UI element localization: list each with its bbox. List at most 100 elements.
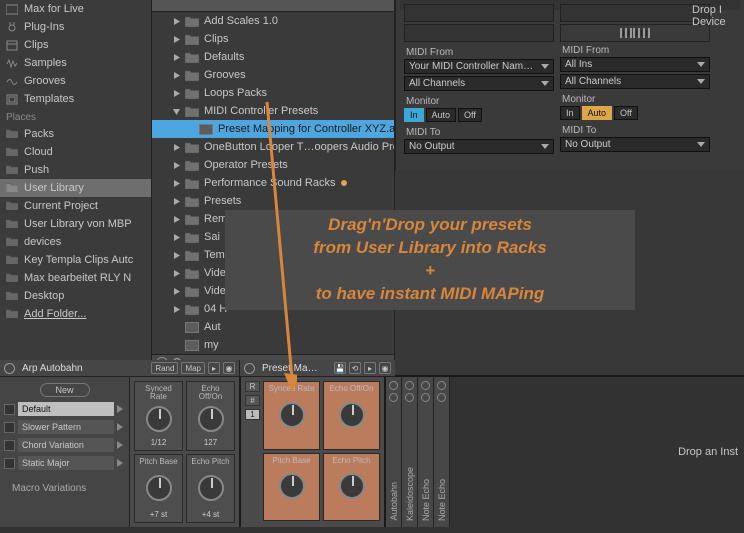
macro-knob[interactable]: Echo Off/On xyxy=(323,381,380,450)
device-strip[interactable]: Autobahn xyxy=(386,377,402,527)
play-icon[interactable] xyxy=(117,459,123,467)
chain-row[interactable]: Slower Pattern xyxy=(4,419,125,435)
device-strip[interactable]: Note Echo xyxy=(418,377,434,527)
monitor-auto[interactable]: Auto xyxy=(426,108,457,122)
device-icon[interactable] xyxy=(437,393,446,402)
place-item[interactable]: Key Templa Clips Autc xyxy=(0,251,151,269)
chain-show-icon[interactable]: ▸ xyxy=(208,362,220,374)
tree-item[interactable]: Add Scales 1.0 xyxy=(152,12,394,30)
place-item[interactable]: Current Project xyxy=(0,197,151,215)
monitor-off[interactable]: Off xyxy=(458,108,482,122)
knob[interactable] xyxy=(198,475,224,501)
chain-select[interactable] xyxy=(4,458,15,469)
disclosure-icon[interactable] xyxy=(172,251,181,260)
disclosure-icon[interactable] xyxy=(172,17,181,26)
chain-row[interactable]: Default xyxy=(4,401,125,417)
place-item[interactable]: Add Folder... xyxy=(0,305,151,323)
tree-item[interactable]: MIDI Controller Presets xyxy=(152,102,394,120)
macro-knob[interactable]: Pitch Base+7 st xyxy=(134,454,183,524)
chain-row[interactable]: Static Major xyxy=(4,455,125,471)
device-power[interactable] xyxy=(4,363,15,374)
tree-item[interactable]: Preset Mapping for Controller XYZ.adv xyxy=(152,120,394,138)
disclosure-icon[interactable] xyxy=(172,143,181,152)
category-clips[interactable]: Clips xyxy=(0,36,151,54)
device-strip[interactable]: Kaleidoscope xyxy=(402,377,418,527)
knob[interactable] xyxy=(146,406,172,432)
drop-instrument-area[interactable]: Drop an Inst xyxy=(450,377,744,527)
tree-item[interactable]: Grooves xyxy=(152,66,394,84)
place-item[interactable]: User Library von MBP xyxy=(0,215,151,233)
tree-item[interactable]: Performance Sound Racks xyxy=(152,174,394,192)
macro-knob[interactable]: Synced Rate xyxy=(263,381,320,450)
rack-hash-button[interactable]: # xyxy=(245,395,260,406)
disclosure-icon[interactable] xyxy=(172,197,181,206)
chain-select[interactable] xyxy=(4,440,15,451)
tree-item[interactable]: Loops Packs xyxy=(152,84,394,102)
midi-from-channel[interactable]: All Channels xyxy=(404,76,554,91)
knob[interactable] xyxy=(198,406,224,432)
disclosure-icon[interactable] xyxy=(172,107,181,116)
chain-show-icon[interactable]: ▸ xyxy=(364,362,376,374)
chain-select[interactable] xyxy=(4,422,15,433)
monitor-in[interactable]: In xyxy=(404,108,424,122)
clip-slot[interactable] xyxy=(560,4,710,22)
device-power[interactable] xyxy=(244,363,255,374)
save-preset-icon[interactable]: 💾 xyxy=(334,362,346,374)
device-icon[interactable] xyxy=(405,393,414,402)
device-power-icon[interactable] xyxy=(421,381,430,390)
clip-slot[interactable] xyxy=(404,24,554,42)
device-power-icon[interactable] xyxy=(437,381,446,390)
midi-from-channel[interactable]: All Channels xyxy=(560,74,710,89)
disclosure-icon[interactable] xyxy=(172,287,181,296)
disclosure-icon[interactable] xyxy=(172,53,181,62)
disclosure-icon[interactable] xyxy=(172,35,181,44)
chain-row[interactable]: Chord Variation xyxy=(4,437,125,453)
category-samples[interactable]: Samples xyxy=(0,54,151,72)
category-plugins[interactable]: Plug-Ins xyxy=(0,18,151,36)
midi-from-device[interactable]: All Ins xyxy=(560,57,710,72)
place-item[interactable]: Max bearbeitet RLY N xyxy=(0,269,151,287)
tree-item[interactable]: Presets xyxy=(152,192,394,210)
play-icon[interactable] xyxy=(117,423,123,431)
monitor-in[interactable]: In xyxy=(560,106,580,120)
tree-item[interactable]: Aut xyxy=(152,318,394,336)
disclosure-icon[interactable] xyxy=(172,89,181,98)
clip-slot[interactable] xyxy=(404,4,554,22)
hotswap-icon[interactable]: ⟲ xyxy=(349,362,361,374)
macro-knob[interactable]: Echo Pitch xyxy=(323,453,380,522)
midi-clip-slot[interactable] xyxy=(560,24,710,42)
macro-knob[interactable]: Pitch Base xyxy=(263,453,320,522)
disclosure-icon[interactable] xyxy=(172,71,181,80)
map-button[interactable]: Map xyxy=(181,362,205,374)
device-show-icon[interactable]: ◉ xyxy=(379,362,391,374)
tree-item[interactable]: Operator Presets xyxy=(152,156,394,174)
place-item[interactable]: Packs xyxy=(0,125,151,143)
disclosure-icon[interactable] xyxy=(172,215,181,224)
macro-knob[interactable]: Echo Off/On127 xyxy=(186,381,235,451)
tree-item[interactable]: Defaults xyxy=(152,48,394,66)
device-power-icon[interactable] xyxy=(405,381,414,390)
disclosure-icon[interactable] xyxy=(172,305,181,314)
place-item[interactable]: Cloud xyxy=(0,143,151,161)
tree-item[interactable]: OneButton Looper T…oopers Audio Project xyxy=(152,138,394,156)
new-variation-button[interactable]: New xyxy=(40,383,90,397)
monitor-auto[interactable]: Auto xyxy=(582,106,613,120)
device-icon[interactable] xyxy=(389,393,398,402)
device-strip[interactable]: Note Echo xyxy=(434,377,450,527)
category-maxforlive[interactable]: Max for Live xyxy=(0,0,151,18)
chain-select[interactable] xyxy=(4,404,15,415)
place-item[interactable]: User Library xyxy=(0,179,151,197)
device-icon[interactable] xyxy=(421,393,430,402)
category-templates[interactable]: Templates xyxy=(0,90,151,108)
rack-index-button[interactable]: 1 xyxy=(245,409,260,420)
tree-item[interactable]: my xyxy=(152,336,394,354)
disclosure-icon[interactable] xyxy=(172,233,181,242)
play-icon[interactable] xyxy=(117,405,123,413)
device-show-icon[interactable]: ◉ xyxy=(223,362,235,374)
macro-knob[interactable]: Echo Pitch+4 st xyxy=(186,454,235,524)
midi-to[interactable]: No Output xyxy=(404,139,554,154)
tree-item[interactable]: Clips xyxy=(152,30,394,48)
knob[interactable] xyxy=(146,475,172,501)
disclosure-icon[interactable] xyxy=(172,161,181,170)
midi-to[interactable]: No Output xyxy=(560,137,710,152)
